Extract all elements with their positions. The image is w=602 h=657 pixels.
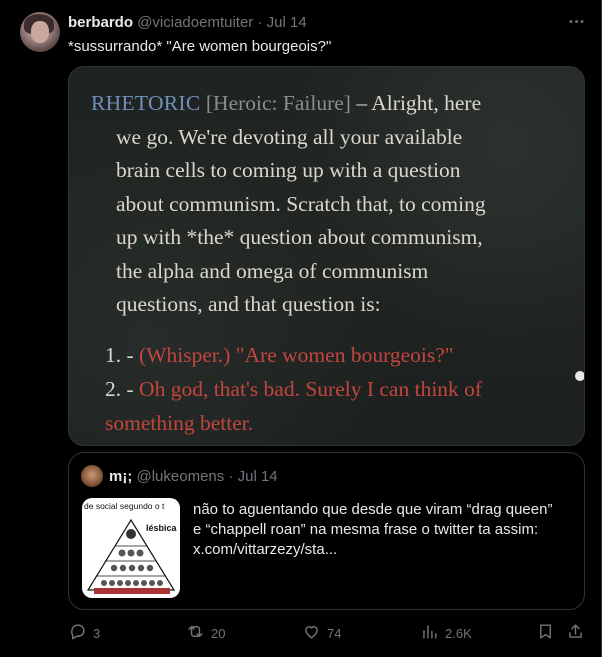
dialog-line: Alright, here: [371, 91, 482, 115]
quoted-thumbnail[interactable]: de social segundo o t lésbica: [82, 498, 180, 598]
repost-icon: [186, 622, 205, 644]
game-dialog: RHETORIC [Heroic: Failure] – Alright, he…: [91, 87, 571, 322]
bookmark-button[interactable]: [536, 622, 555, 644]
dialog-option-2-cont: something better.: [105, 406, 575, 440]
quoted-text-line: não to aguentando que desde que viram “d…: [193, 501, 553, 518]
quoted-display-name[interactable]: m¡;: [109, 468, 132, 485]
quoted-timestamp[interactable]: Jul 14: [238, 468, 278, 485]
like-count: 74: [327, 625, 342, 641]
dialog-line: the alpha and omega of communism: [116, 258, 429, 283]
share-button[interactable]: [566, 622, 585, 644]
quoted-tweet[interactable]: m¡; @lukeomens · Jul 14 de social segund…: [68, 452, 585, 610]
quoted-header: m¡; @lukeomens · Jul 14: [109, 467, 278, 487]
quoted-separator: ·: [228, 468, 234, 485]
repost-button[interactable]: 20: [186, 622, 225, 644]
dialog-line: we go. We're devoting all your available: [116, 124, 463, 149]
views-icon: [420, 622, 439, 644]
dialog-option-1: 1. - (Whisper.) "Are women bourgeois?": [105, 338, 575, 372]
share-icon: [566, 622, 585, 644]
reply-button[interactable]: 3: [68, 622, 100, 644]
pyramid-image: [86, 518, 176, 594]
views-button[interactable]: 2.6K: [420, 622, 472, 644]
tweet-media-image[interactable]: RHETORIC [Heroic: Failure] – Alright, he…: [68, 66, 585, 446]
views-count: 2.6K: [445, 625, 472, 641]
option-text: Oh god, that's bad. Surely I can think o…: [139, 377, 483, 401]
dialog-check: [Heroic: Failure]: [205, 91, 351, 115]
dialog-line: questions, and that question is:: [116, 292, 381, 316]
option-number: 1. -: [105, 343, 134, 367]
dialog-line: about communism. Scratch that, to coming: [116, 191, 486, 216]
quoted-handle[interactable]: @lukeomens: [137, 468, 225, 485]
like-icon: [302, 622, 321, 644]
dialog-line: brain cells to coming up with a question: [116, 158, 461, 182]
quoted-link[interactable]: x.com/vittarzezy/sta...: [193, 540, 573, 560]
dialog-line: up with *the* question about communism,: [116, 225, 483, 249]
more-icon[interactable]: [566, 12, 586, 32]
quoted-avatar[interactable]: [81, 465, 103, 487]
separator: ·: [257, 14, 263, 31]
option-text: something better.: [105, 411, 254, 435]
tweet-text: *sussurrando* "Are women bourgeois?": [68, 38, 332, 55]
timestamp[interactable]: Jul 14: [267, 14, 307, 31]
repost-count: 20: [211, 625, 226, 641]
avatar[interactable]: [20, 12, 60, 52]
dialog-dash: –: [356, 91, 368, 115]
dialog-speaker: RHETORIC: [91, 91, 201, 115]
tweet-header: berbardo @viciadoemtuiter · Jul 14: [68, 13, 307, 33]
dialog-option-2: 2. - Oh god, that's bad. Surely I can th…: [105, 372, 575, 406]
quoted-text: não to aguentando que desde que viram “d…: [193, 500, 573, 560]
option-number: 2. -: [105, 377, 134, 401]
quoted-text-line: e “chappell roan” na mesma frase o twitt…: [193, 521, 539, 538]
like-button[interactable]: 74: [302, 622, 341, 644]
scroll-knob: [575, 371, 584, 381]
reply-icon: [68, 622, 87, 644]
dialog-options: 1. - (Whisper.) "Are women bourgeois?" 2…: [105, 338, 575, 440]
display-name[interactable]: berbardo: [68, 14, 133, 31]
handle[interactable]: @viciadoemtuiter: [137, 14, 253, 31]
reply-count: 3: [93, 625, 101, 641]
tweet[interactable]: berbardo @viciadoemtuiter · Jul 14 *suss…: [0, 0, 602, 657]
option-text: (Whisper.) "Are women bourgeois?": [139, 343, 454, 367]
action-bar: 3 20 74 2.6K: [68, 622, 585, 644]
bookmark-icon: [536, 622, 555, 644]
